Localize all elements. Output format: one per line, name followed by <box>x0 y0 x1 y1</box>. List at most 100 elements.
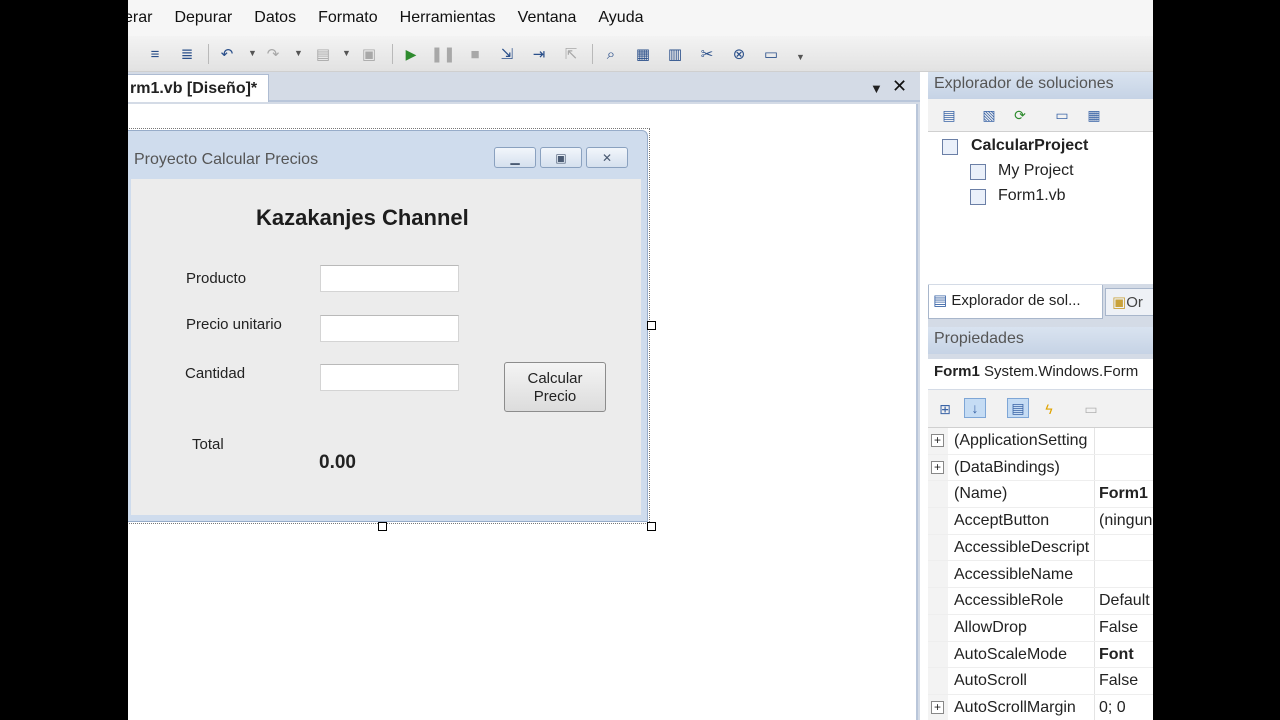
menu-ayuda[interactable]: Ayuda <box>587 9 654 27</box>
property-row[interactable]: AccessibleName <box>928 562 1153 589</box>
alphabetical-icon[interactable]: ↓ <box>964 398 986 418</box>
property-row[interactable]: AccessibleDescript <box>928 535 1153 562</box>
properties-object-selector[interactable]: Form1 System.Windows.Form <box>928 359 1153 389</box>
menu-generar[interactable]: erar <box>128 9 163 27</box>
precio-unitario-label[interactable]: Precio unitario <box>186 316 282 333</box>
form-client-area: Kazakanjes Channel Producto Precio unita… <box>131 179 641 515</box>
close-tab-icon[interactable]: ✕ <box>892 76 907 97</box>
properties-object-type: System.Windows.Form <box>984 363 1139 380</box>
pause-icon[interactable]: ❚❚ <box>430 43 455 65</box>
property-row[interactable]: + AutoScrollMargin 0; 0 <box>928 695 1153 720</box>
toolbar-options-icon[interactable]: ▼ <box>796 52 805 62</box>
show-all-files-icon[interactable]: ▧ <box>978 105 1000 125</box>
resize-handle-right[interactable] <box>647 321 656 330</box>
property-value[interactable]: Form1 <box>1099 485 1148 503</box>
maximize-icon: ▣ <box>540 147 582 168</box>
properties-icon[interactable]: ▤ <box>938 105 960 125</box>
property-value[interactable]: False <box>1099 619 1138 637</box>
solution-explorer-toolbar: ▤ ▧ ⟳ ▭ ▦ <box>928 99 1153 132</box>
property-row[interactable]: (Name) Form1 <box>928 481 1153 509</box>
tab-list-dropdown-icon[interactable]: ▼ <box>870 81 883 96</box>
redo-dropdown-icon[interactable]: ▼ <box>294 48 303 58</box>
designer-form[interactable]: Proyecto Calcular Precios ▁ ▣ ✕ Kazakanj… <box>128 128 650 524</box>
tree-item-calcularproject[interactable]: CalcularProject <box>971 137 1088 155</box>
menu-depurar[interactable]: Depurar <box>163 9 243 27</box>
error-list-icon[interactable]: ⊗ <box>728 43 750 65</box>
resize-handle-bottom[interactable] <box>378 522 387 531</box>
cantidad-label[interactable]: Cantidad <box>185 365 245 382</box>
expand-icon[interactable]: + <box>931 434 944 447</box>
comment-icon[interactable]: ≡ <box>144 43 166 65</box>
property-value[interactable]: Default <box>1099 592 1150 610</box>
property-value[interactable]: False <box>1099 672 1138 690</box>
view-designer-icon[interactable]: ▦ <box>1083 105 1105 125</box>
properties-header[interactable]: Propiedades <box>928 327 1153 354</box>
property-row[interactable]: AutoScaleMode Font <box>928 642 1153 669</box>
total-value-label[interactable]: 0.00 <box>319 452 356 474</box>
start-page-icon[interactable]: ▭ <box>760 43 782 65</box>
menu-ventana[interactable]: Ventana <box>507 9 588 27</box>
property-name: AccessibleName <box>954 565 1074 583</box>
properties-toolbar: ⊞ ↓ ▤ ϟ ▭ <box>928 390 1153 428</box>
events-icon[interactable]: ϟ <box>1038 399 1060 419</box>
stop-icon[interactable]: ■ <box>464 43 486 65</box>
tab-form1-design[interactable]: rm1.vb [Diseño]* <box>128 74 269 102</box>
property-pages-icon[interactable]: ▭ <box>1080 399 1102 419</box>
property-row[interactable]: + (ApplicationSetting <box>928 428 1153 455</box>
right-tool-panes: Explorador de soluciones ▤ ▧ ⟳ ▭ ▦ Calcu… <box>928 72 1153 720</box>
total-label[interactable]: Total <box>192 436 224 453</box>
start-debug-icon[interactable]: ▶ <box>400 43 422 65</box>
producto-label[interactable]: Producto <box>186 270 246 287</box>
property-name: AutoScaleMode <box>954 645 1067 663</box>
designer-surface[interactable]: Proyecto Calcular Precios ▁ ▣ ✕ Kazakanj… <box>128 104 918 720</box>
step-into-icon[interactable]: ⇲ <box>496 43 518 65</box>
property-row[interactable]: AllowDrop False <box>928 615 1153 642</box>
calcular-precio-button[interactable]: Calcular Precio <box>504 362 606 412</box>
uncomment-icon[interactable]: ≣ <box>176 43 198 65</box>
property-row[interactable]: AcceptButton (ningun <box>928 508 1153 535</box>
form-title: Proyecto Calcular Precios <box>134 151 319 168</box>
properties-object-name: Form1 <box>934 363 980 380</box>
property-value[interactable]: 0; 0 <box>1099 699 1126 717</box>
menu-datos[interactable]: Datos <box>243 9 307 27</box>
resize-handle-corner[interactable] <box>647 522 656 531</box>
tree-item-my-project[interactable]: My Project <box>998 162 1074 180</box>
toolbar-separator <box>592 44 593 64</box>
expand-icon[interactable]: + <box>931 460 944 474</box>
toolbox-icon[interactable]: ✂ <box>696 43 718 65</box>
property-value[interactable]: (ningun <box>1099 512 1152 530</box>
producto-textbox[interactable] <box>320 265 459 292</box>
property-row[interactable]: + (DataBindings) <box>928 455 1153 482</box>
undo-icon[interactable]: ↶ <box>216 43 238 65</box>
property-value[interactable]: Font <box>1099 646 1134 664</box>
navigate-dropdown-icon[interactable]: ▼ <box>342 48 351 58</box>
expand-icon[interactable]: + <box>931 701 944 714</box>
cantidad-textbox[interactable] <box>320 364 459 391</box>
tree-item-form1-vb[interactable]: Form1.vb <box>998 187 1066 205</box>
tab-other[interactable]: ▣Or <box>1105 288 1153 316</box>
find-in-files-icon[interactable]: ⌕ <box>600 43 622 65</box>
property-row[interactable]: AutoScroll False <box>928 668 1153 695</box>
tab-solution-explorer[interactable]: ▤ Explorador de sol... <box>928 285 1103 319</box>
menu-herramientas[interactable]: Herramientas <box>389 9 507 27</box>
categorized-icon[interactable]: ⊞ <box>934 399 956 419</box>
navigate-back-icon[interactable]: ▤ <box>312 43 334 65</box>
solution-explorer-header[interactable]: Explorador de soluciones <box>928 72 1153 99</box>
menu-formato[interactable]: Formato <box>307 9 389 27</box>
undo-dropdown-icon[interactable]: ▼ <box>248 48 257 58</box>
view-code-icon[interactable]: ▭ <box>1051 105 1073 125</box>
object-browser-icon[interactable]: ▦ <box>632 43 654 65</box>
solution-pane-tabs: ▤ Explorador de sol... ▣Or <box>928 285 1153 319</box>
properties-view-icon[interactable]: ▤ <box>1007 398 1029 418</box>
close-icon: ✕ <box>586 147 628 168</box>
precio-unitario-textbox[interactable] <box>320 315 459 342</box>
step-over-icon[interactable]: ⇥ <box>528 43 550 65</box>
property-row[interactable]: AccessibleRole Default <box>928 588 1153 615</box>
property-grid: + (ApplicationSetting + (DataBindings) (Name… <box>928 428 1153 720</box>
properties-window-icon[interactable]: ▥ <box>664 43 686 65</box>
navigate-forward-icon[interactable]: ▣ <box>358 43 380 65</box>
refresh-icon[interactable]: ⟳ <box>1009 105 1031 125</box>
step-out-icon[interactable]: ⇱ <box>560 43 582 65</box>
channel-heading-label[interactable]: Kazakanjes Channel <box>256 205 469 231</box>
redo-icon[interactable]: ↷ <box>262 43 284 65</box>
